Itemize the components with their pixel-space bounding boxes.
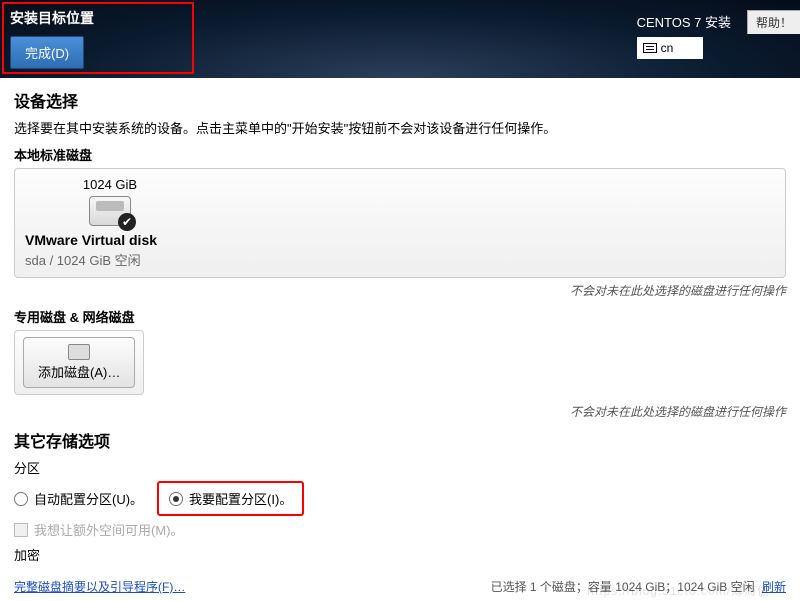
special-disks-group: 添加磁盘(A)… [14, 330, 144, 395]
checkbox-icon [14, 523, 28, 537]
keyboard-layout-selector[interactable]: cn [637, 37, 704, 59]
help-label: 帮助！ [756, 14, 792, 31]
radio-manual-label: 我要配置分区(I)。 [189, 489, 292, 508]
checkbox-extra-space-label: 我想让额外空间可用(M)。 [34, 520, 184, 539]
disk-name: VMware Virtual disk [25, 232, 775, 248]
annotation-highlight-partition: 我要配置分区(I)。 [157, 481, 304, 516]
no-op-note-1: 不会对未在此处选择的磁盘进行任何操作 [14, 282, 786, 299]
special-disks-label: 专用磁盘 & 网络磁盘 [14, 307, 786, 326]
status-text: 已选择 1 个磁盘；容量 1024 GiB；1024 GiB 空闲 [491, 580, 755, 594]
help-button[interactable]: 帮助！ [747, 10, 800, 34]
installer-header: 安装目标位置 完成(D) CENTOS 7 安装 cn 帮助！ [0, 0, 800, 78]
add-disk-button[interactable]: 添加磁盘(A)… [23, 337, 135, 388]
checkbox-extra-space: 我想让额外空间可用(M)。 [14, 520, 786, 539]
radio-icon-selected [169, 492, 183, 506]
no-op-note-2: 不会对未在此处选择的磁盘进行任何操作 [14, 403, 786, 420]
local-disks-label: 本地标准磁盘 [14, 145, 786, 164]
selection-status: 已选择 1 个磁盘；容量 1024 GiB；1024 GiB 空闲 刷新 [491, 578, 786, 595]
partition-options-row: 自动配置分区(U)。 我要配置分区(I)。 [14, 481, 786, 516]
content-area: 设备选择 选择要在其中安装系统的设备。点击主菜单中的"开始安装"按钮前不会对该设… [0, 78, 800, 564]
header-right-col: CENTOS 7 安装 cn [637, 10, 737, 59]
refresh-link[interactable]: 刷新 [762, 580, 786, 594]
local-disks-group: 1024 GiB ✔ VMware Virtual disk sda / 102… [14, 168, 786, 278]
add-disk-label: 添加磁盘(A)… [38, 362, 120, 381]
disk-item[interactable]: ✔ [25, 196, 195, 226]
disk-summary-link[interactable]: 完整磁盘摘要以及引导程序(F)… [14, 578, 185, 595]
radio-manual-partition[interactable]: 我要配置分区(I)。 [169, 489, 292, 508]
footer-bar: 完整磁盘摘要以及引导程序(F)… 已选择 1 个磁盘；容量 1024 GiB；1… [0, 578, 800, 595]
other-storage-heading: 其它存储选项 [14, 428, 786, 452]
installer-title: CENTOS 7 安装 [637, 12, 731, 31]
encrypt-label: 加密 [14, 545, 786, 564]
disk-subtext: sda / 1024 GiB 空闲 [25, 250, 775, 269]
device-select-heading: 设备选择 [14, 88, 786, 112]
header-right: CENTOS 7 安装 cn 帮助！ [637, 10, 800, 59]
hard-disk-icon: ✔ [89, 196, 131, 226]
keyboard-icon [643, 43, 657, 53]
keyboard-layout-label: cn [661, 41, 674, 55]
partition-label: 分区 [14, 458, 786, 477]
checkmark-badge-icon: ✔ [118, 213, 136, 231]
add-disk-icon [68, 344, 90, 360]
disk-size: 1024 GiB [25, 177, 195, 192]
radio-icon [14, 492, 28, 506]
radio-auto-partition[interactable]: 自动配置分区(U)。 [14, 489, 143, 508]
device-select-description: 选择要在其中安装系统的设备。点击主菜单中的"开始安装"按钮前不会对该设备进行任何… [14, 118, 786, 137]
done-button[interactable]: 完成(D) [10, 36, 84, 69]
radio-auto-label: 自动配置分区(U)。 [34, 489, 143, 508]
